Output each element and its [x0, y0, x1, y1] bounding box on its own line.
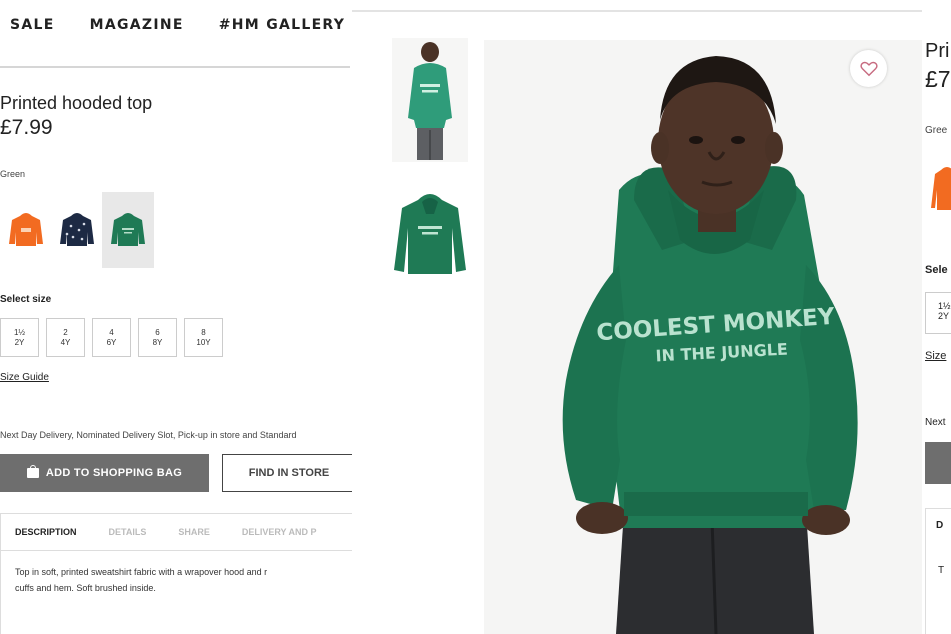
product-title: Printed hooded top	[0, 93, 153, 113]
swatch-orange[interactable]	[0, 192, 52, 268]
model-thumbnail-image	[392, 38, 468, 162]
orange-hoodie-thumbnail	[9, 213, 43, 246]
duplicate-product-panel: Pri £7 Gree Sele 1½ 2Y Size Next D T	[922, 0, 951, 634]
right-add-button[interactable]	[925, 442, 951, 484]
size-bottom: 2Y	[14, 337, 25, 347]
hoodie-thumbnail-image	[394, 194, 466, 274]
delivery-info: Next Day Delivery, Nominated Delivery Sl…	[0, 430, 297, 440]
product-price: £7.99	[0, 116, 53, 139]
model-photo-image: COOLEST MONKEY IN THE JUNGLE	[484, 40, 922, 634]
size-bottom: 4Y	[60, 337, 71, 347]
right-color-label: Gree	[925, 125, 948, 136]
favorite-button[interactable]	[850, 50, 887, 87]
swatch-green-selected[interactable]	[102, 192, 154, 268]
size-option-4y[interactable]: 2 4Y	[46, 318, 85, 357]
right-product-price: £7	[925, 66, 951, 92]
size-option-6y[interactable]: 4 6Y	[92, 318, 131, 357]
gallery-divider	[352, 10, 922, 12]
orange-hoodie-thumbnail	[931, 167, 951, 210]
description-text: Top in soft, printed sweatshirt fabric w…	[1, 551, 352, 596]
nav-sale[interactable]: SALE	[10, 17, 55, 33]
find-in-store-button[interactable]: FIND IN STORE	[222, 454, 352, 492]
tab-share[interactable]: SHARE	[178, 527, 210, 537]
product-tabs: DESCRIPTION DETAILS SHARE DELIVERY AND P…	[0, 513, 352, 634]
size-top: 4	[109, 327, 114, 337]
right-swatch[interactable]	[927, 150, 951, 235]
right-size-option[interactable]: 1½ 2Y	[925, 292, 951, 334]
size-bottom: 8Y	[152, 337, 163, 347]
gallery-thumbnail-product[interactable]	[392, 188, 468, 278]
description-line: Top in soft, printed sweatshirt fabric w…	[15, 567, 268, 577]
gallery-thumbnail-model[interactable]	[392, 38, 468, 162]
size-bottom: 6Y	[106, 337, 117, 347]
size-option-2y[interactable]: 1½ 2Y	[0, 318, 39, 357]
nav-hm-gallery[interactable]: #HM GALLERY	[219, 17, 345, 33]
tab-details[interactable]: DETAILS	[109, 527, 147, 537]
tab-delivery[interactable]: DELIVERY AND P	[242, 527, 317, 537]
heart-icon	[859, 61, 878, 76]
add-to-bag-button[interactable]: ADD TO SHOPPING BAG	[0, 454, 209, 492]
size-top: 2	[63, 327, 68, 337]
nav-divider	[0, 66, 350, 68]
main-product-photo: COOLEST MONKEY IN THE JUNGLE	[484, 40, 922, 634]
green-hoodie-thumbnail	[111, 213, 145, 246]
size-guide-link[interactable]: Size Guide	[0, 372, 49, 383]
description-line: cuffs and hem. Soft brushed inside.	[15, 583, 156, 593]
right-description: T	[938, 565, 945, 576]
selected-color-label: Green	[0, 169, 26, 179]
product-gallery: COOLEST MONKEY IN THE JUNGLE	[352, 0, 922, 634]
size-top: 1½	[13, 327, 26, 337]
product-info-panel: SALE MAGAZINE #HM GALLERY Printed hooded…	[0, 0, 352, 634]
swatch-navy[interactable]	[51, 192, 103, 268]
size-top: 1½	[938, 301, 951, 311]
right-product-title: Pri	[925, 40, 950, 62]
right-delivery-text: Next	[925, 417, 946, 428]
select-size-label: Select size	[0, 294, 52, 305]
size-top: 8	[201, 327, 206, 337]
shopping-bag-icon	[26, 465, 39, 478]
tab-description[interactable]: DESCRIPTION	[15, 527, 77, 537]
add-to-bag-label: ADD TO SHOPPING BAG	[45, 467, 183, 479]
right-size-guide[interactable]: Size	[925, 350, 946, 362]
size-top: 6	[155, 327, 160, 337]
right-tab-description[interactable]: D	[936, 520, 943, 531]
size-option-10y[interactable]: 8 10Y	[184, 318, 223, 357]
navy-hoodie-thumbnail	[60, 213, 94, 246]
size-bottom: 2Y	[938, 311, 950, 321]
tab-bar: DESCRIPTION DETAILS SHARE DELIVERY AND P	[1, 514, 352, 551]
nav-magazine[interactable]: MAGAZINE	[90, 17, 184, 33]
size-option-8y[interactable]: 6 8Y	[138, 318, 177, 357]
top-navigation: SALE MAGAZINE #HM GALLERY	[10, 17, 345, 33]
right-size-label: Sele	[925, 264, 948, 276]
size-options: 1½ 2Y 2 4Y 4 6Y 6 8Y 8 10Y	[0, 318, 223, 357]
size-bottom: 10Y	[196, 337, 211, 347]
